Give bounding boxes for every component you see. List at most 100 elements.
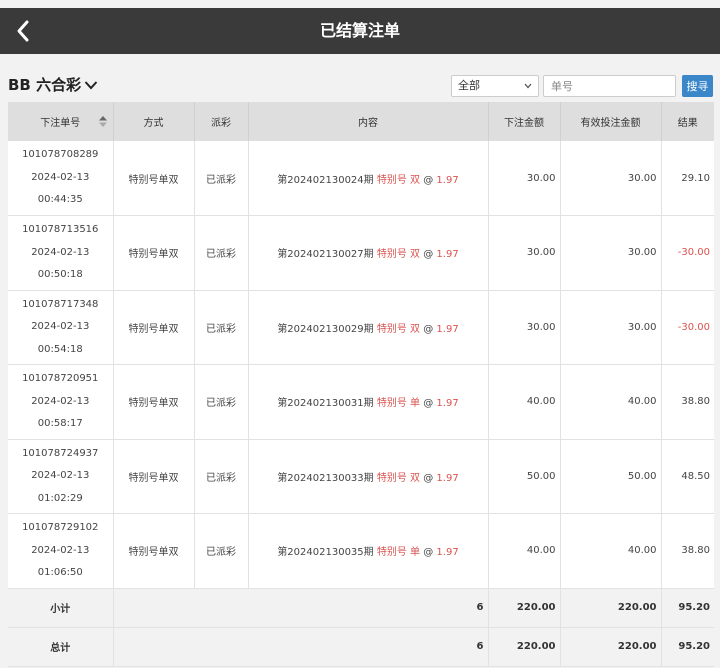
amount-cell: 30.00 xyxy=(488,215,561,291)
table-row: 101078720951 2024-02-13 00:58:17 特别号单双 已派彩 第2… xyxy=(8,364,714,440)
amount-cell: 30.00 xyxy=(488,141,561,216)
content-cell: 第202402130024期 特别号 双 @ 1.97 xyxy=(248,141,489,216)
payout-cell: 已派彩 xyxy=(194,215,249,291)
odds: 1.97 xyxy=(436,174,459,186)
order-time: 00:54:18 xyxy=(37,343,83,355)
order-id: 101078717348 xyxy=(22,298,99,310)
method-cell: 特别号单双 xyxy=(113,290,195,365)
order-cell: 101078720951 2024-02-13 00:58:17 xyxy=(8,364,114,440)
bet-type: 特别号 xyxy=(376,398,407,410)
bet-pick: 单 xyxy=(410,398,421,410)
valid-amount-cell: 30.00 xyxy=(560,290,662,365)
table-row: 101078708289 2024-02-13 00:44:35 特别号单双 已派彩 第2… xyxy=(8,141,714,216)
order-date: 2024-02-13 xyxy=(31,321,90,332)
game-name: BB 六合彩 xyxy=(8,76,82,94)
at-sign: @ xyxy=(423,249,434,261)
col-header-content: 内容 xyxy=(248,102,489,141)
subtotal-valid-amount: 220.00 xyxy=(560,588,662,628)
period: 第202402130027期 xyxy=(277,249,374,261)
valid-amount-cell: 30.00 xyxy=(560,215,662,291)
result-cell: -30.00 xyxy=(661,215,714,291)
content-cell: 第202402130027期 特别号 双 @ 1.97 xyxy=(248,215,489,291)
method-cell: 特别号单双 xyxy=(113,364,195,440)
bet-type: 特别号 xyxy=(376,547,407,559)
at-sign: @ xyxy=(423,174,434,186)
order-time: 00:50:18 xyxy=(37,269,83,280)
total-row: 总计 6 220.00 220.00 95.20 xyxy=(8,627,714,667)
order-time: 00:44:35 xyxy=(37,194,83,206)
col-header-result: 结果 xyxy=(661,102,714,141)
filter-select[interactable]: 全部 xyxy=(451,75,539,97)
payout-cell: 已派彩 xyxy=(194,439,249,514)
period: 第202402130033期 xyxy=(277,472,374,484)
game-selector[interactable]: BB 六合彩 xyxy=(8,74,98,95)
payout-cell: 已派彩 xyxy=(194,513,249,589)
bet-type: 特别号 xyxy=(376,323,407,335)
total-result: 95.20 xyxy=(661,627,714,667)
table-row: 101078717348 2024-02-13 00:54:18 特别号单双 已派彩 第2… xyxy=(8,290,714,365)
order-id: 101078729102 xyxy=(22,522,99,533)
valid-amount-cell: 50.00 xyxy=(560,439,662,514)
order-cell: 101078717348 2024-02-13 00:54:18 xyxy=(8,290,114,365)
content-cell: 第202402130035期 特别号 单 @ 1.97 xyxy=(248,513,489,589)
period: 第202402130024期 xyxy=(277,174,374,186)
table-row: 101078713516 2024-02-13 00:50:18 特别号单双 已派彩 第2… xyxy=(8,215,714,291)
at-sign: @ xyxy=(423,472,434,484)
amount-cell: 30.00 xyxy=(488,290,561,365)
table-row: 101078724937 2024-02-13 01:02:29 特别号单双 已派彩 第2… xyxy=(8,439,714,514)
payout-cell: 已派彩 xyxy=(194,141,249,216)
amount-cell: 40.00 xyxy=(488,513,561,589)
order-number-input[interactable] xyxy=(543,75,676,97)
amount-cell: 40.00 xyxy=(488,364,561,440)
order-id: 101078724937 xyxy=(22,447,99,459)
period: 第202402130031期 xyxy=(277,398,374,410)
bet-pick: 双 xyxy=(410,174,421,186)
col-header-order[interactable]: 下注单号 xyxy=(8,102,114,141)
order-id: 101078720951 xyxy=(22,373,99,384)
table-header: 下注单号 方式 派彩 内容 下注金额 有效投注金额 结果 xyxy=(8,102,714,141)
valid-amount-cell: 40.00 xyxy=(560,364,662,440)
subtotal-amount: 220.00 xyxy=(488,588,561,628)
order-id: 101078713516 xyxy=(22,224,99,235)
order-time: 01:02:29 xyxy=(37,492,83,504)
order-date: 2024-02-13 xyxy=(31,171,90,183)
bet-pick: 双 xyxy=(410,249,421,261)
content-cell: 第202402130029期 特别号 双 @ 1.97 xyxy=(248,290,489,365)
col-header-amount: 下注金额 xyxy=(488,102,561,141)
order-date: 2024-02-13 xyxy=(31,395,90,407)
order-cell: 101078729102 2024-02-13 01:06:50 xyxy=(8,513,114,589)
bet-type: 特别号 xyxy=(376,174,407,186)
search-button[interactable]: 搜寻 xyxy=(682,75,713,97)
filter-value: 全部 xyxy=(458,79,480,92)
table-row: 101078729102 2024-02-13 01:06:50 特别号单双 已派彩 第2… xyxy=(8,513,714,589)
method-cell: 特别号单双 xyxy=(113,215,195,291)
result-cell: 29.10 xyxy=(661,141,714,216)
payout-cell: 已派彩 xyxy=(194,364,249,440)
table-body: 101078708289 2024-02-13 00:44:35 特别号单双 已派彩 第2… xyxy=(8,141,714,667)
result-cell: -30.00 xyxy=(661,290,714,365)
chevron-down-icon xyxy=(524,83,532,89)
page-title: 已结算注单 xyxy=(319,21,400,40)
order-time: 01:06:50 xyxy=(37,567,83,578)
col-header-method: 方式 xyxy=(113,102,195,141)
toolbar: BB 六合彩 全部 xyxy=(0,68,720,102)
content-cell: 第202402130031期 特别号 单 @ 1.97 xyxy=(248,364,489,440)
chevron-down-icon xyxy=(84,80,98,89)
valid-amount-cell: 40.00 xyxy=(560,513,662,589)
odds: 1.97 xyxy=(436,323,459,335)
bet-pick: 双 xyxy=(410,323,421,335)
at-sign: @ xyxy=(423,398,434,410)
method-cell: 特别号单双 xyxy=(113,513,195,589)
total-count: 6 xyxy=(113,627,489,667)
bets-table: 下注单号 方式 派彩 内容 下注金额 有效投注金额 结果 10107870828… xyxy=(8,102,714,667)
bet-pick: 单 xyxy=(410,547,421,559)
odds: 1.97 xyxy=(436,398,459,410)
order-date: 2024-02-13 xyxy=(31,246,90,258)
bet-type: 特别号 xyxy=(376,249,407,261)
at-sign: @ xyxy=(423,323,434,335)
odds: 1.97 xyxy=(436,249,459,261)
total-valid-amount: 220.00 xyxy=(560,627,662,667)
valid-amount-cell: 30.00 xyxy=(560,141,662,216)
at-sign: @ xyxy=(423,547,434,559)
content-cell: 第202402130033期 特别号 双 @ 1.97 xyxy=(248,439,489,514)
